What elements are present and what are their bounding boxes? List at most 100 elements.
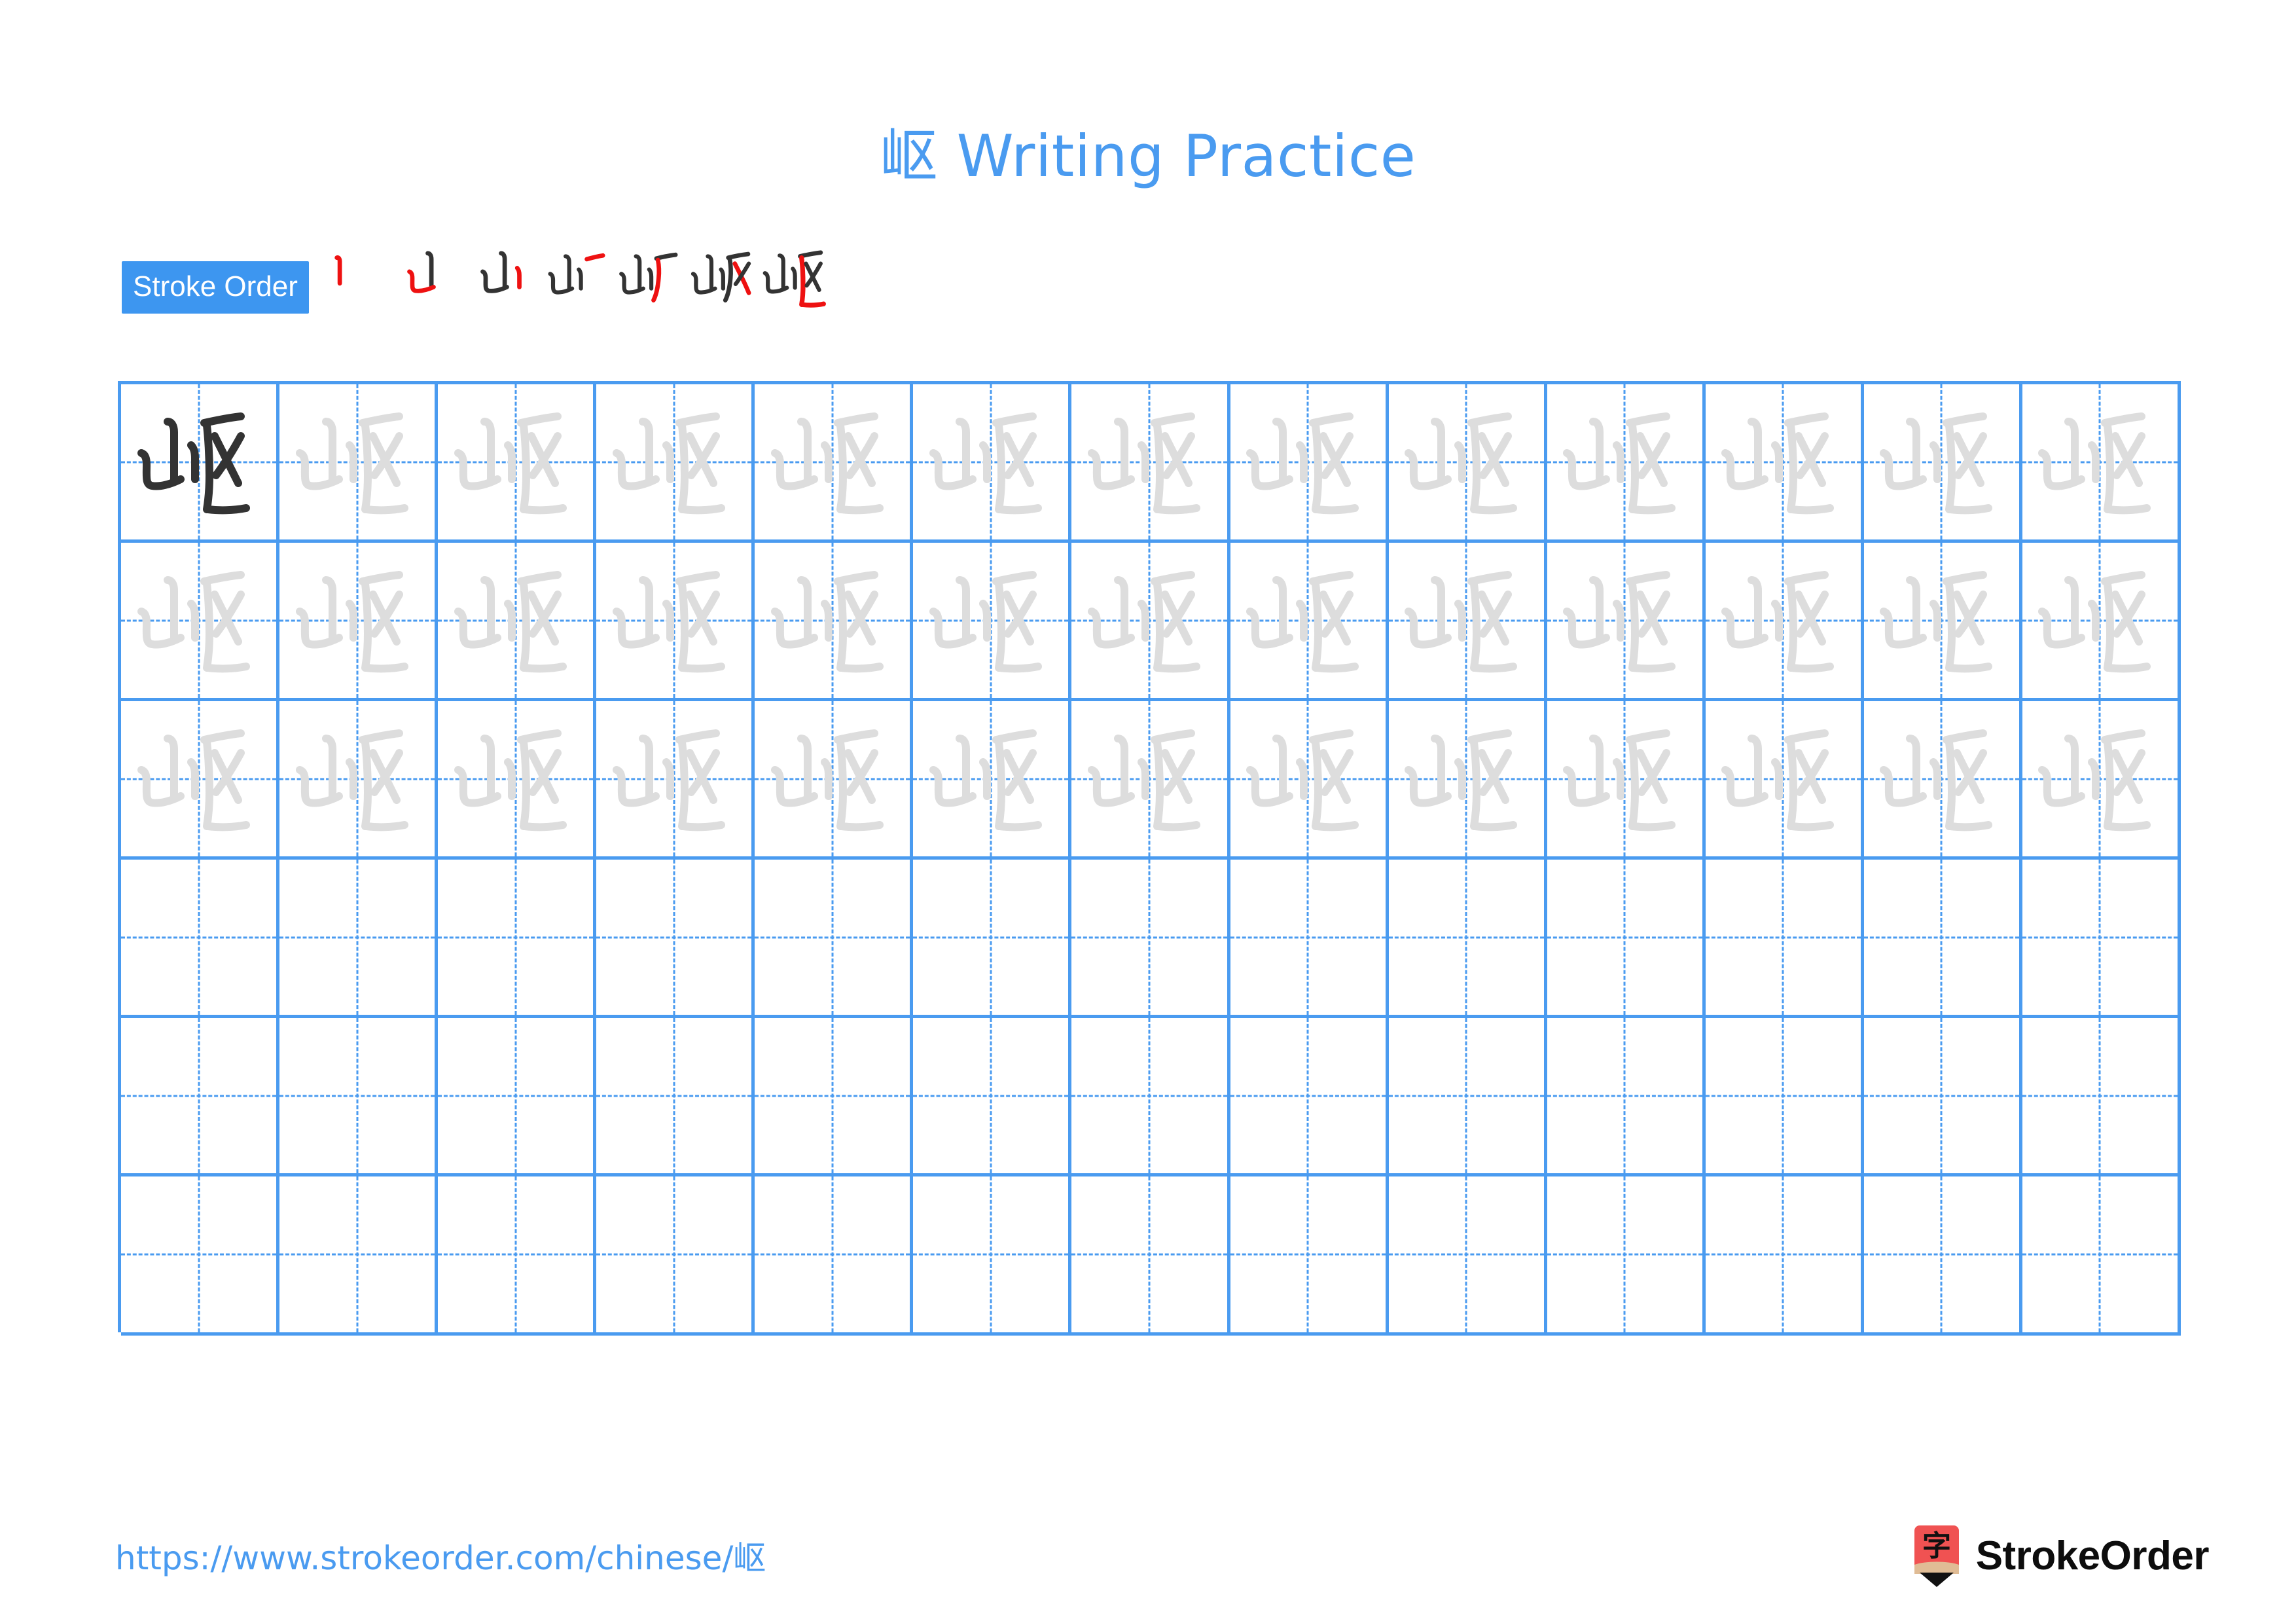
cell-vertical-guide <box>990 1018 992 1174</box>
cell-vertical-guide <box>1623 860 1626 1015</box>
practice-cell-trace-character[interactable] <box>1071 701 1230 860</box>
practice-cell-empty[interactable] <box>1071 1018 1230 1177</box>
practice-cell-empty[interactable] <box>121 1176 280 1336</box>
practice-cell-empty[interactable] <box>755 860 914 1019</box>
practice-cell-trace-character[interactable] <box>438 543 597 702</box>
practice-cell-trace-character[interactable] <box>1863 384 2022 543</box>
practice-cell-trace-character[interactable] <box>438 384 597 543</box>
practice-cell-empty[interactable] <box>279 1018 439 1177</box>
practice-cell-trace-character[interactable] <box>2022 384 2181 543</box>
practice-cell-empty[interactable] <box>1547 1018 1706 1177</box>
character-glyph <box>1547 543 1702 698</box>
practice-cell-empty[interactable] <box>1230 1018 1389 1177</box>
practice-cell-empty[interactable] <box>1705 1176 1864 1336</box>
practice-cell-trace-character[interactable] <box>1388 701 1547 860</box>
practice-cell-trace-character[interactable] <box>755 701 914 860</box>
practice-cell-trace-character[interactable] <box>121 543 280 702</box>
practice-grid-row <box>121 860 2181 1019</box>
practice-cell-trace-character[interactable] <box>755 384 914 543</box>
practice-cell-trace-character[interactable] <box>1705 543 1864 702</box>
practice-cell-empty[interactable] <box>438 1176 597 1336</box>
practice-cell-empty[interactable] <box>2022 1018 2181 1177</box>
practice-cell-trace-character[interactable] <box>279 543 439 702</box>
cell-vertical-guide <box>673 860 675 1015</box>
practice-cell-empty[interactable] <box>596 860 755 1019</box>
practice-cell-trace-character[interactable] <box>1863 701 2022 860</box>
practice-cell-trace-character[interactable] <box>913 543 1072 702</box>
practice-cell-empty[interactable] <box>279 860 439 1019</box>
practice-cell-empty[interactable] <box>913 1018 1072 1177</box>
cell-horizontal-guide <box>121 1253 277 1256</box>
cell-vertical-guide <box>1306 1176 1309 1332</box>
practice-cell-empty[interactable] <box>1071 860 1230 1019</box>
practice-cell-trace-character[interactable] <box>1705 384 1864 543</box>
footer-url[interactable]: https://www.strokeorder.com/chinese/岖 <box>115 1532 766 1579</box>
cell-horizontal-guide <box>1863 1253 2019 1256</box>
practice-cell-empty[interactable] <box>1230 860 1389 1019</box>
cell-horizontal-guide <box>1071 1253 1227 1256</box>
practice-cell-model-character[interactable] <box>121 384 280 543</box>
practice-cell-trace-character[interactable] <box>913 384 1072 543</box>
practice-cell-trace-character[interactable] <box>121 701 280 860</box>
practice-cell-trace-character[interactable] <box>1863 543 2022 702</box>
practice-cell-empty[interactable] <box>1547 1176 1706 1336</box>
practice-cell-trace-character[interactable] <box>2022 701 2181 860</box>
practice-cell-empty[interactable] <box>121 860 280 1019</box>
strokeorder-pencil-logo-icon: 字 <box>1912 1524 1962 1587</box>
character-glyph <box>1389 384 1544 539</box>
practice-cell-trace-character[interactable] <box>596 701 755 860</box>
character-glyph <box>1230 384 1386 539</box>
cell-vertical-guide <box>198 1176 200 1332</box>
practice-cell-trace-character[interactable] <box>1071 384 1230 543</box>
practice-cell-empty[interactable] <box>1388 1018 1547 1177</box>
practice-cell-trace-character[interactable] <box>1230 701 1389 860</box>
practice-cell-empty[interactable] <box>913 860 1072 1019</box>
cell-horizontal-guide <box>1863 1095 2019 1097</box>
practice-cell-empty[interactable] <box>1863 860 2022 1019</box>
cell-horizontal-guide <box>279 1253 435 1256</box>
practice-cell-empty[interactable] <box>2022 860 2181 1019</box>
practice-cell-trace-character[interactable] <box>1230 543 1389 702</box>
practice-cell-trace-character[interactable] <box>1071 543 1230 702</box>
practice-cell-trace-character[interactable] <box>279 384 439 543</box>
practice-cell-trace-character[interactable] <box>1705 701 1864 860</box>
cell-vertical-guide <box>831 1176 834 1332</box>
practice-cell-trace-character[interactable] <box>755 543 914 702</box>
practice-cell-trace-character[interactable] <box>1547 701 1706 860</box>
practice-cell-empty[interactable] <box>755 1176 914 1336</box>
practice-cell-empty[interactable] <box>1071 1176 1230 1336</box>
practice-cell-empty[interactable] <box>2022 1176 2181 1336</box>
practice-cell-trace-character[interactable] <box>1230 384 1389 543</box>
practice-cell-empty[interactable] <box>1863 1018 2022 1177</box>
cell-vertical-guide <box>1623 1018 1626 1174</box>
practice-cell-trace-character[interactable] <box>1388 384 1547 543</box>
practice-cell-trace-character[interactable] <box>1388 543 1547 702</box>
practice-cell-empty[interactable] <box>596 1176 755 1336</box>
practice-cell-empty[interactable] <box>1705 860 1864 1019</box>
brand-name: StrokeOrder <box>1975 1533 2210 1578</box>
practice-cell-empty[interactable] <box>438 860 597 1019</box>
practice-cell-empty[interactable] <box>1547 860 1706 1019</box>
practice-cell-trace-character[interactable] <box>913 701 1072 860</box>
practice-cell-trace-character[interactable] <box>596 543 755 702</box>
practice-cell-empty[interactable] <box>1388 1176 1547 1336</box>
practice-cell-empty[interactable] <box>755 1018 914 1177</box>
practice-cell-trace-character[interactable] <box>596 384 755 543</box>
practice-cell-empty[interactable] <box>1388 860 1547 1019</box>
cell-vertical-guide <box>990 860 992 1015</box>
practice-cell-empty[interactable] <box>1863 1176 2022 1336</box>
practice-cell-empty[interactable] <box>1705 1018 1864 1177</box>
practice-cell-empty[interactable] <box>279 1176 439 1336</box>
practice-cell-trace-character[interactable] <box>1547 384 1706 543</box>
footer-brand[interactable]: 字 StrokeOrder <box>1912 1524 2210 1587</box>
cell-horizontal-guide <box>438 936 594 939</box>
practice-cell-empty[interactable] <box>1230 1176 1389 1336</box>
practice-cell-empty[interactable] <box>438 1018 597 1177</box>
practice-cell-empty[interactable] <box>121 1018 280 1177</box>
practice-cell-empty[interactable] <box>913 1176 1072 1336</box>
practice-cell-trace-character[interactable] <box>1547 543 1706 702</box>
practice-cell-trace-character[interactable] <box>279 701 439 860</box>
practice-cell-trace-character[interactable] <box>2022 543 2181 702</box>
practice-cell-trace-character[interactable] <box>438 701 597 860</box>
practice-cell-empty[interactable] <box>596 1018 755 1177</box>
